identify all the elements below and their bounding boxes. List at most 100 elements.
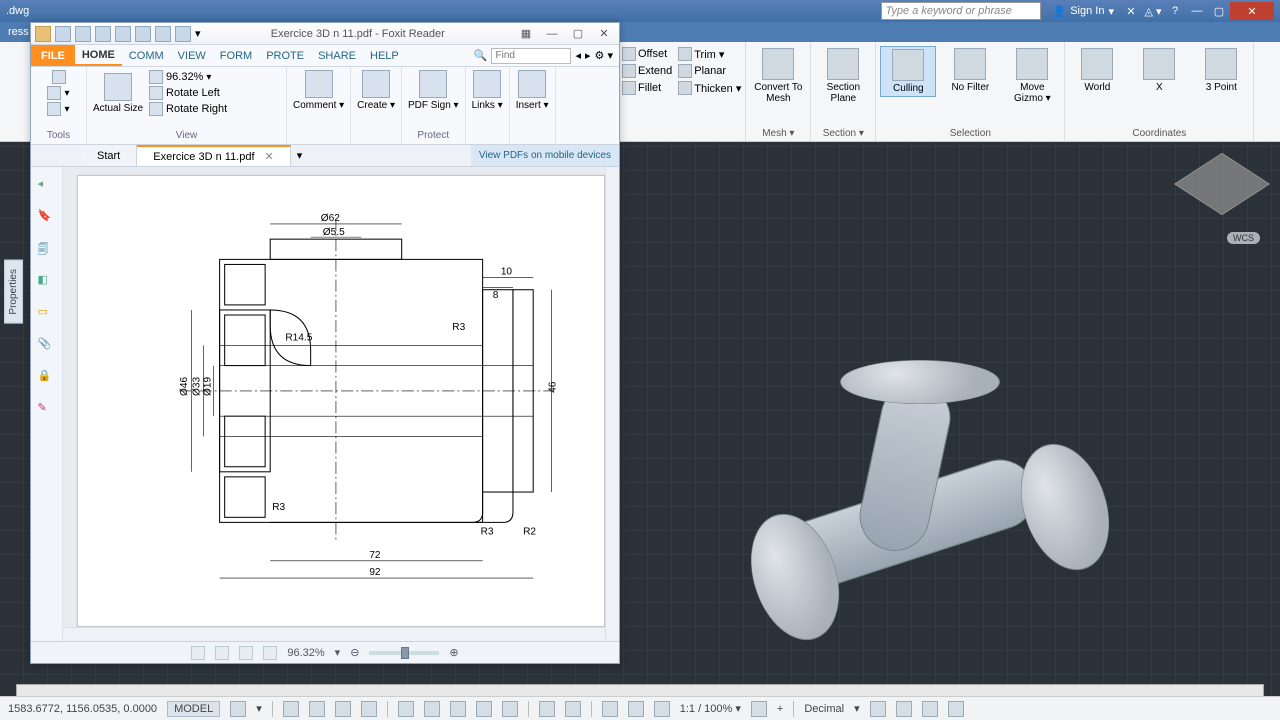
zoom-in-icon[interactable]: ⊕ — [449, 646, 458, 659]
planar-button[interactable]: Planar — [678, 63, 741, 79]
status-icon[interactable] — [751, 701, 767, 717]
status-icon[interactable] — [450, 701, 466, 717]
doctab-dropdown-icon[interactable]: ▾ — [297, 149, 303, 162]
fillet-button[interactable]: Fillet — [622, 80, 672, 96]
view-mode-icon[interactable] — [263, 646, 277, 660]
status-icon[interactable] — [922, 701, 938, 717]
status-icon[interactable] — [870, 701, 886, 717]
tab-view[interactable]: VIEW — [171, 45, 213, 66]
wcs-badge[interactable]: WCS — [1227, 232, 1260, 244]
tab-protect[interactable]: PROTE — [259, 45, 311, 66]
move-gizmo-button[interactable]: Move Gizmo ▾ — [1004, 46, 1060, 106]
minimize-button[interactable]: — — [1186, 2, 1208, 20]
menu-item[interactable]: ress — [8, 26, 29, 38]
offset-button[interactable]: Offset — [622, 46, 672, 62]
status-icon[interactable] — [539, 701, 555, 717]
model-space-button[interactable]: MODEL — [167, 701, 220, 717]
units-readout[interactable]: Decimal — [804, 703, 844, 715]
three-point-ucs-button[interactable]: 3 Point — [1193, 46, 1249, 95]
status-icon[interactable] — [502, 701, 518, 717]
ribbon-toggle-icon[interactable]: ▦ — [515, 27, 537, 40]
exchange-icon[interactable]: ✕ — [1120, 2, 1142, 20]
status-icon[interactable] — [565, 701, 581, 717]
comment-button[interactable]: Comment ▾ — [293, 70, 344, 111]
status-icon[interactable] — [602, 701, 618, 717]
qat-icon[interactable] — [115, 26, 131, 42]
properties-palette-tab[interactable]: Properties — [4, 260, 23, 324]
close-button[interactable]: ✕ — [1230, 2, 1274, 20]
horizontal-scrollbar[interactable] — [63, 627, 605, 641]
signatures-icon[interactable]: ✎ — [38, 401, 56, 419]
polar-toggle[interactable] — [335, 701, 351, 717]
find-input[interactable] — [491, 48, 571, 64]
status-icon[interactable] — [424, 701, 440, 717]
thicken-button[interactable]: Thicken ▾ — [678, 80, 741, 96]
pages-icon[interactable]: 🗐 — [38, 241, 56, 259]
status-icon[interactable] — [654, 701, 670, 717]
undo-icon[interactable] — [155, 26, 171, 42]
fx-maximize[interactable]: ▢ — [567, 27, 589, 40]
signin-button[interactable]: 👤 Sign In ▾ — [1053, 5, 1114, 18]
section-plane-button[interactable]: Section Plane — [815, 46, 871, 106]
app-icon[interactable] — [35, 26, 51, 42]
open-icon[interactable] — [55, 26, 71, 42]
help-search-input[interactable]: Type a keyword or phrase — [881, 2, 1041, 20]
insert-button[interactable]: Insert ▾ — [516, 70, 549, 111]
qat-icon[interactable] — [135, 26, 151, 42]
page-view[interactable]: Ø62 Ø5.5 R14.5 R3 10 8 46 Ø46 Ø33 Ø19 R3… — [63, 167, 619, 641]
maximize-button[interactable]: ▢ — [1208, 2, 1230, 20]
extend-button[interactable]: Extend — [622, 63, 672, 79]
zoom-dropdown[interactable]: 96.32% ▾ — [149, 70, 227, 84]
help-icon[interactable]: ? — [1164, 2, 1186, 20]
tab-comment[interactable]: COMM — [122, 45, 171, 66]
anno-scale[interactable]: 1:1 / 100% ▾ — [680, 702, 741, 715]
vertical-scrollbar[interactable] — [605, 167, 619, 641]
comments-icon[interactable]: ▭ — [38, 305, 56, 323]
find-next-icon[interactable]: ▸ — [585, 49, 591, 62]
status-icon[interactable] — [896, 701, 912, 717]
create-button[interactable]: Create ▾ — [357, 70, 395, 111]
collapse-icon[interactable]: ◂ — [38, 177, 56, 195]
world-ucs-button[interactable]: World — [1069, 46, 1125, 95]
attachments-icon[interactable]: 📎 — [38, 337, 56, 355]
tab-home[interactable]: HOME — [75, 45, 122, 66]
find-prev-icon[interactable]: ◂ — [575, 49, 581, 62]
snapshot-tool[interactable]: ▾ — [47, 102, 69, 116]
ortho-toggle[interactable] — [309, 701, 325, 717]
view-mode-icon[interactable] — [239, 646, 253, 660]
redo-icon[interactable] — [175, 26, 191, 42]
fx-close[interactable]: ✕ — [593, 27, 615, 40]
view-mode-icon[interactable] — [191, 646, 205, 660]
find-options-icon[interactable]: ⚙ ▾ — [595, 49, 613, 62]
save-icon[interactable] — [75, 26, 91, 42]
zoom-slider[interactable] — [369, 651, 439, 655]
trim-button[interactable]: Trim ▾ — [678, 46, 741, 62]
select-text-tool[interactable]: ▾ — [47, 86, 69, 100]
file-tab[interactable]: FILE — [31, 45, 75, 66]
convert-to-mesh-button[interactable]: Convert To Mesh — [750, 46, 806, 106]
doctab-current[interactable]: Exercice 3D n 11.pdf✕ — [137, 145, 291, 166]
tab-form[interactable]: FORM — [213, 45, 259, 66]
culling-button[interactable]: Culling — [880, 46, 936, 97]
actual-size-button[interactable]: Actual Size — [93, 73, 143, 114]
view-mode-icon[interactable] — [215, 646, 229, 660]
tab-help[interactable]: HELP — [363, 45, 406, 66]
links-button[interactable]: Links ▾ — [472, 70, 503, 111]
snap-toggle[interactable] — [283, 701, 299, 717]
app-menu-icon[interactable]: ◬ ▾ — [1142, 2, 1164, 20]
mobile-banner[interactable]: View PDFs on mobile devices — [471, 145, 619, 166]
hand-tool[interactable] — [52, 70, 66, 84]
zoom-out-icon[interactable]: ⊖ — [350, 646, 359, 659]
close-tab-icon[interactable]: ✕ — [265, 150, 274, 163]
security-icon[interactable]: 🔒 — [38, 369, 56, 387]
no-filter-button[interactable]: No Filter — [942, 46, 998, 95]
pdf-sign-button[interactable]: PDF Sign ▾ — [408, 70, 459, 111]
fx-minimize[interactable]: — — [541, 28, 563, 40]
customize-status[interactable] — [948, 701, 964, 717]
status-icon[interactable] — [628, 701, 644, 717]
tab-share[interactable]: SHARE — [311, 45, 363, 66]
layers-icon[interactable]: ◧ — [38, 273, 56, 291]
print-icon[interactable] — [95, 26, 111, 42]
grid-toggle[interactable] — [230, 701, 246, 717]
bookmark-icon[interactable]: 🔖 — [38, 209, 56, 227]
